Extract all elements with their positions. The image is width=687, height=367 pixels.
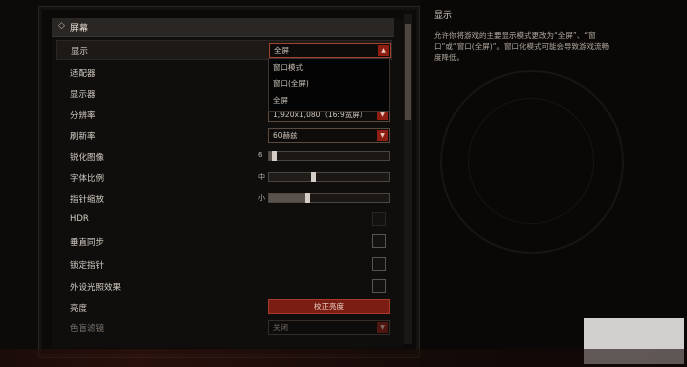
info-description: 允许你将游戏的主要显示模式更改为“全屏”、“窗口”或“窗口(全屏)”。窗口化模式… <box>434 31 610 62</box>
dropdown-value: 全屏 <box>274 46 289 55</box>
color-filter-dropdown[interactable]: 关闭 ▼ <box>268 320 390 335</box>
collapse-icon: ◇ <box>58 21 65 31</box>
slider-value: 6 <box>258 151 263 159</box>
setting-label: 指针缩放 <box>70 195 105 205</box>
chevron-up-icon[interactable]: ▲ <box>378 45 389 56</box>
setting-label: 垂直同步 <box>70 238 105 248</box>
setting-label: HDR <box>70 214 89 224</box>
setting-label: 亮度 <box>70 304 88 314</box>
font-scale-slider[interactable] <box>268 172 390 182</box>
cursor-scale-slider[interactable] <box>268 193 390 203</box>
dropdown-option[interactable]: 全屏 <box>273 95 288 106</box>
background-emblem-inner <box>468 98 594 224</box>
setting-row-sharpen[interactable]: 锐化图像 6 <box>56 147 390 165</box>
slider-fill <box>269 194 305 202</box>
setting-label: 外设光照效果 <box>70 283 122 293</box>
setting-row-peripheral[interactable]: 外设光照效果 <box>56 277 390 295</box>
setting-row-lock-cursor[interactable]: 锁定指针 <box>56 255 390 273</box>
setting-row-font-scale[interactable]: 字体比例 中 <box>56 168 390 186</box>
refresh-dropdown[interactable]: 60赫兹 ▼ <box>268 128 390 143</box>
setting-label: 色盲滤镜 <box>70 324 105 334</box>
chevron-down-icon[interactable]: ▼ <box>377 130 388 141</box>
setting-label: 显示器 <box>70 90 96 100</box>
setting-row-cursor-scale[interactable]: 指针缩放 小 <box>56 189 390 207</box>
chevron-down-icon[interactable]: ▼ <box>377 322 388 333</box>
setting-label: 分辨率 <box>70 111 96 121</box>
setting-label: 适配器 <box>70 69 96 79</box>
calibrate-brightness-button[interactable]: 校正亮度 <box>268 299 390 314</box>
setting-label: 刷新率 <box>70 132 96 142</box>
dropdown-option[interactable]: 窗口模式 <box>273 62 303 73</box>
scrollbar-thumb[interactable] <box>405 24 411 120</box>
display-dropdown[interactable]: 全屏 ▲ <box>269 43 391 58</box>
setting-row-brightness[interactable]: 亮度 校正亮度 <box>56 298 390 316</box>
slider-value: 小 <box>258 194 265 202</box>
section-title: 屏幕 <box>70 24 89 34</box>
setting-label: 显示 <box>71 47 89 57</box>
setting-label: 锁定指针 <box>70 261 105 271</box>
bottom-glow <box>0 349 687 367</box>
dropdown-value: 关闭 <box>273 323 288 332</box>
slider-knob[interactable] <box>272 151 277 161</box>
setting-row-color-filter[interactable]: 色盲滤镜 关闭 ▼ <box>56 318 390 336</box>
dropdown-option[interactable]: 窗口(全屏) <box>273 78 309 89</box>
setting-row-refresh[interactable]: 刷新率 60赫兹 ▼ <box>56 126 390 144</box>
setting-row-display[interactable]: 显示 全屏 ▲ <box>56 40 392 60</box>
slider-value: 中 <box>258 173 265 181</box>
section-header[interactable]: ◇ 屏幕 <box>52 18 394 37</box>
vsync-checkbox[interactable] <box>372 234 386 248</box>
dropdown-value: 60赫兹 <box>273 131 298 140</box>
display-dropdown-menu: 窗口模式 窗口(全屏) 全屏 <box>268 58 390 112</box>
lock-cursor-checkbox[interactable] <box>372 257 386 271</box>
slider-fill <box>269 173 311 181</box>
slider-knob[interactable] <box>311 172 316 182</box>
sharpen-slider[interactable] <box>268 151 390 161</box>
info-title: 显示 <box>434 11 453 21</box>
scrollbar[interactable] <box>404 14 412 344</box>
setting-row-vsync[interactable]: 垂直同步 <box>56 232 390 250</box>
setting-label: 锐化图像 <box>70 153 105 163</box>
setting-row-hdr[interactable]: HDR <box>56 210 390 228</box>
slider-knob[interactable] <box>305 193 310 203</box>
peripheral-checkbox[interactable] <box>372 279 386 293</box>
setting-label: 字体比例 <box>70 174 105 184</box>
hdr-checkbox[interactable] <box>372 212 386 226</box>
